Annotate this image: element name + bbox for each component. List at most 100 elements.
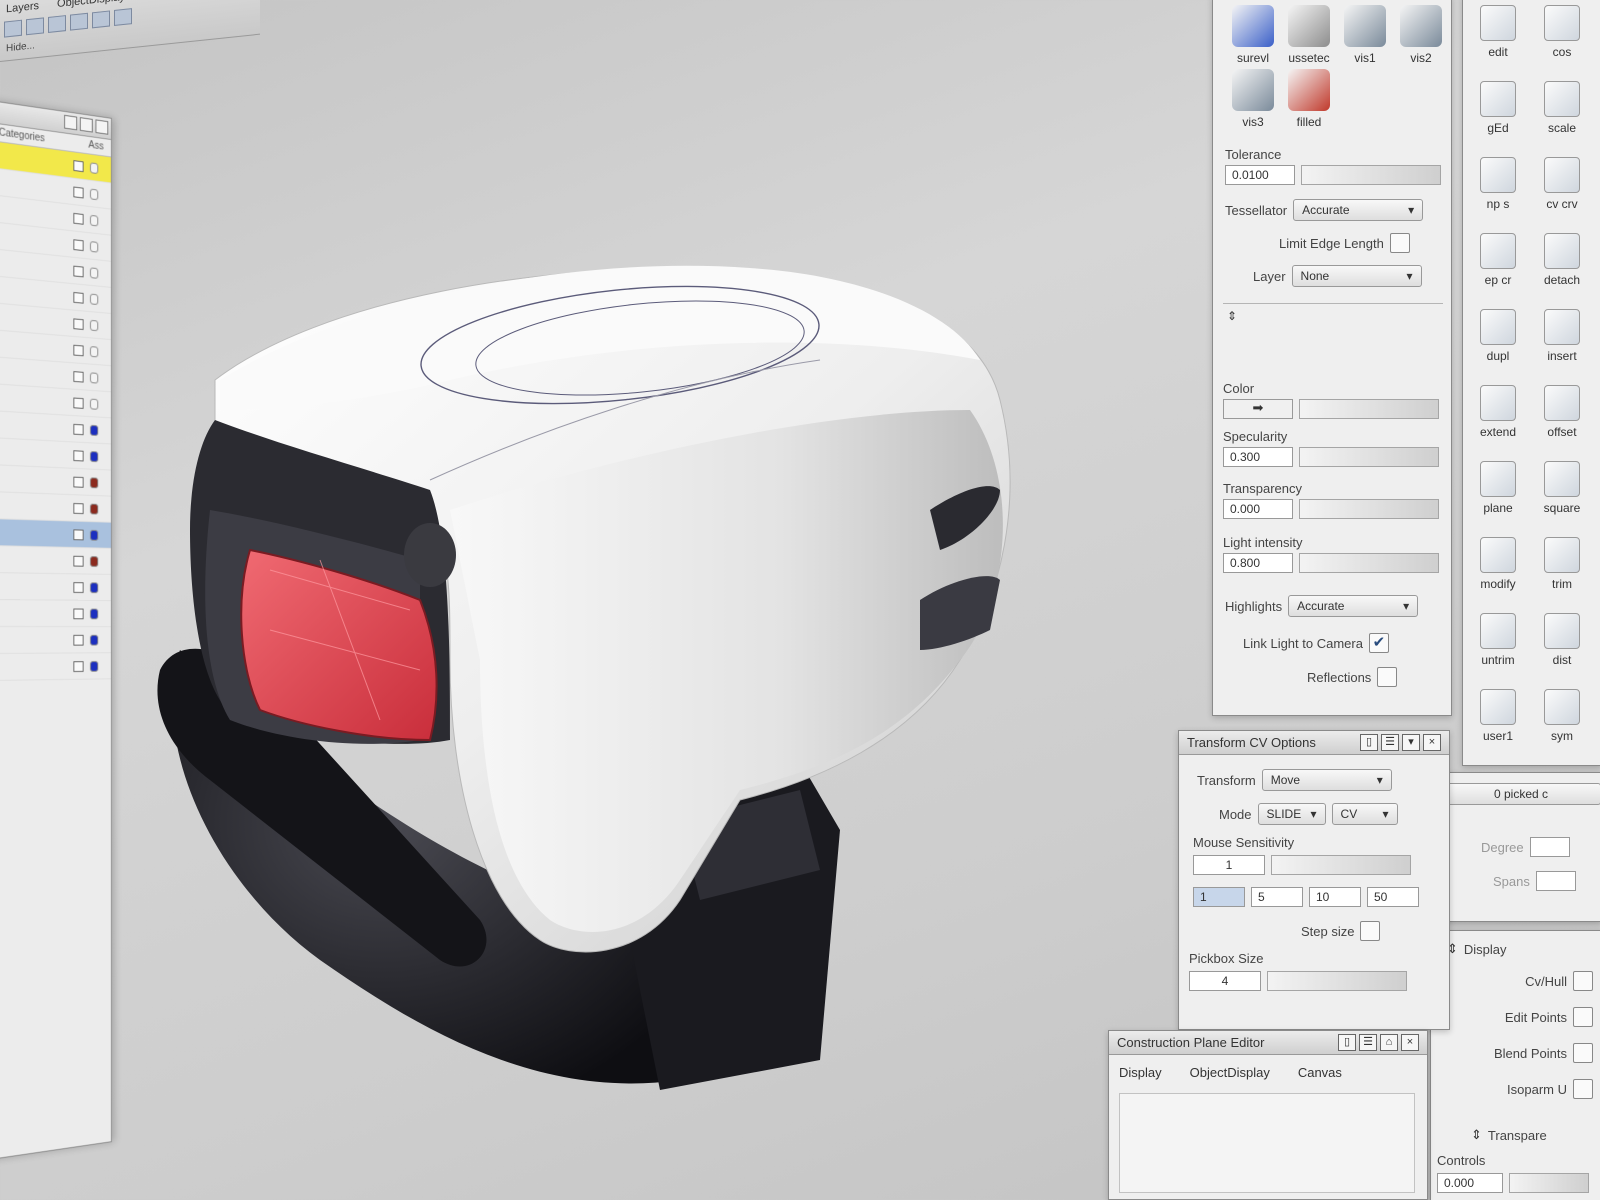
palette-tool-button[interactable]: scale bbox=[1535, 81, 1589, 135]
layer-visibility-checkbox[interactable] bbox=[73, 213, 83, 225]
layer-visibility-checkbox[interactable] bbox=[73, 582, 83, 593]
layer-row[interactable] bbox=[0, 465, 111, 497]
layer-visibility-checkbox[interactable] bbox=[73, 450, 83, 461]
tool-icon[interactable] bbox=[48, 15, 66, 33]
layer-color-swatch[interactable] bbox=[90, 294, 98, 305]
tab-objectdisplay[interactable]: ObjectDisplay bbox=[1190, 1065, 1270, 1080]
palette-tool-button[interactable]: ep cr bbox=[1471, 233, 1525, 287]
palette-tool-button[interactable]: insert bbox=[1535, 309, 1589, 363]
step-field-3[interactable]: 10 bbox=[1309, 887, 1361, 907]
reflections-checkbox[interactable] bbox=[1377, 667, 1397, 687]
degree-field[interactable] bbox=[1530, 837, 1570, 857]
palette-tool-button[interactable]: cos bbox=[1535, 5, 1589, 59]
layer-visibility-checkbox[interactable] bbox=[73, 661, 83, 672]
tessellator-dropdown[interactable]: Accurate ▾ bbox=[1293, 199, 1423, 221]
mode-dropdown[interactable]: SLIDE ▾ bbox=[1258, 803, 1326, 825]
layer-color-swatch[interactable] bbox=[90, 635, 98, 646]
layer-visibility-checkbox[interactable] bbox=[73, 503, 83, 514]
layer-visibility-checkbox[interactable] bbox=[73, 345, 83, 357]
layers-header-assign[interactable]: Ass bbox=[88, 140, 103, 153]
layer-dropdown[interactable]: None ▾ bbox=[1292, 265, 1422, 287]
layer-color-swatch[interactable] bbox=[90, 346, 98, 357]
layer-color-swatch[interactable] bbox=[90, 582, 98, 593]
split-icon[interactable]: ▯ bbox=[1360, 734, 1378, 751]
layer-color-swatch[interactable] bbox=[90, 661, 98, 672]
layers-panel-button[interactable] bbox=[80, 117, 93, 132]
close-icon[interactable]: × bbox=[1401, 1034, 1419, 1051]
layers-panel-button[interactable] bbox=[64, 115, 77, 131]
layer-visibility-checkbox[interactable] bbox=[73, 292, 83, 304]
shelf-button[interactable]: vis2 bbox=[1395, 5, 1447, 65]
transparency-slider[interactable] bbox=[1299, 499, 1439, 519]
palette-tool-button[interactable]: detach bbox=[1535, 233, 1589, 287]
display-option-checkbox[interactable] bbox=[1573, 1007, 1593, 1027]
palette-tool-button[interactable]: dupl bbox=[1471, 309, 1525, 363]
layer-color-swatch[interactable] bbox=[90, 267, 98, 279]
layer-row[interactable] bbox=[0, 492, 111, 523]
transparency-field[interactable]: 0.000 bbox=[1223, 499, 1293, 519]
tool-icon[interactable] bbox=[92, 10, 110, 28]
layer-color-swatch[interactable] bbox=[90, 609, 98, 620]
layer-color-swatch[interactable] bbox=[90, 451, 98, 462]
layer-visibility-checkbox[interactable] bbox=[73, 556, 83, 567]
display-option-checkbox[interactable] bbox=[1573, 971, 1593, 991]
picked-display[interactable]: 0 picked c bbox=[1441, 783, 1600, 805]
layer-row[interactable] bbox=[0, 627, 111, 654]
palette-tool-button[interactable]: edit bbox=[1471, 5, 1525, 59]
step-field-1[interactable]: 1 bbox=[1193, 887, 1245, 907]
tool-icon[interactable] bbox=[70, 13, 88, 31]
step-size-checkbox[interactable] bbox=[1360, 921, 1380, 941]
layer-color-swatch[interactable] bbox=[90, 477, 98, 488]
layer-visibility-checkbox[interactable] bbox=[73, 529, 83, 540]
list-icon[interactable]: ☰ bbox=[1381, 734, 1399, 751]
layer-visibility-checkbox[interactable] bbox=[73, 371, 83, 382]
collapse-arrow-icon[interactable]: ⇕ bbox=[1227, 309, 1237, 323]
pickbox-field[interactable]: 4 bbox=[1189, 971, 1261, 991]
palette-tool-button[interactable]: untrim bbox=[1471, 613, 1525, 667]
layer-color-swatch[interactable] bbox=[90, 372, 98, 383]
shelf-button[interactable]: surevl bbox=[1227, 5, 1279, 65]
layer-color-swatch[interactable] bbox=[90, 530, 98, 541]
layer-visibility-checkbox[interactable] bbox=[73, 397, 83, 408]
menu-objectdisplay[interactable]: ObjectDisplay bbox=[57, 0, 125, 10]
tab-canvas[interactable]: Canvas bbox=[1298, 1065, 1342, 1080]
color-slider[interactable] bbox=[1299, 399, 1439, 419]
light-intensity-slider[interactable] bbox=[1299, 553, 1439, 573]
collapse-arrow-icon[interactable]: ⇕ bbox=[1471, 1127, 1482, 1143]
shelf-button[interactable]: vis3 bbox=[1227, 69, 1279, 129]
layer-color-swatch[interactable] bbox=[90, 162, 98, 174]
menu-layers[interactable]: Layers bbox=[6, 0, 39, 15]
tolerance-slider[interactable] bbox=[1301, 165, 1441, 185]
chevron-down-icon[interactable]: ▾ bbox=[1402, 734, 1420, 751]
layers-header-categories[interactable]: Categories bbox=[0, 127, 45, 144]
display-option-checkbox[interactable] bbox=[1573, 1079, 1593, 1099]
highlights-dropdown[interactable]: Accurate ▾ bbox=[1288, 595, 1418, 617]
mode-target-dropdown[interactable]: CV ▾ bbox=[1332, 803, 1398, 825]
palette-tool-button[interactable]: cv crv bbox=[1535, 157, 1589, 211]
layer-visibility-checkbox[interactable] bbox=[73, 609, 83, 620]
layers-panel-button[interactable] bbox=[95, 119, 108, 134]
shelf-button[interactable]: ussetec bbox=[1283, 5, 1335, 65]
spans-field[interactable] bbox=[1536, 871, 1576, 891]
palette-tool-button[interactable]: square bbox=[1535, 461, 1589, 515]
palette-tool-button[interactable]: trim bbox=[1535, 537, 1589, 591]
transform-dropdown[interactable]: Move ▾ bbox=[1262, 769, 1392, 791]
layer-visibility-checkbox[interactable] bbox=[73, 318, 83, 330]
palette-tool-button[interactable]: sym bbox=[1535, 689, 1589, 743]
tool-icon[interactable] bbox=[114, 8, 132, 26]
specularity-slider[interactable] bbox=[1299, 447, 1439, 467]
display-option-checkbox[interactable] bbox=[1573, 1043, 1593, 1063]
layer-row[interactable] bbox=[0, 546, 111, 575]
layer-visibility-checkbox[interactable] bbox=[73, 266, 83, 278]
layer-color-swatch[interactable] bbox=[90, 215, 98, 227]
layer-row[interactable] bbox=[0, 653, 111, 681]
link-light-checkbox[interactable]: ✔ bbox=[1369, 633, 1389, 653]
palette-tool-button[interactable]: modify bbox=[1471, 537, 1525, 591]
layer-color-swatch[interactable] bbox=[90, 399, 98, 410]
layer-color-swatch[interactable] bbox=[90, 189, 98, 201]
shelf-button[interactable]: vis1 bbox=[1339, 5, 1391, 65]
palette-tool-button[interactable]: extend bbox=[1471, 385, 1525, 439]
pickbox-slider[interactable] bbox=[1267, 971, 1407, 991]
shelf-button[interactable]: filled bbox=[1283, 69, 1335, 129]
layer-visibility-checkbox[interactable] bbox=[73, 635, 83, 646]
